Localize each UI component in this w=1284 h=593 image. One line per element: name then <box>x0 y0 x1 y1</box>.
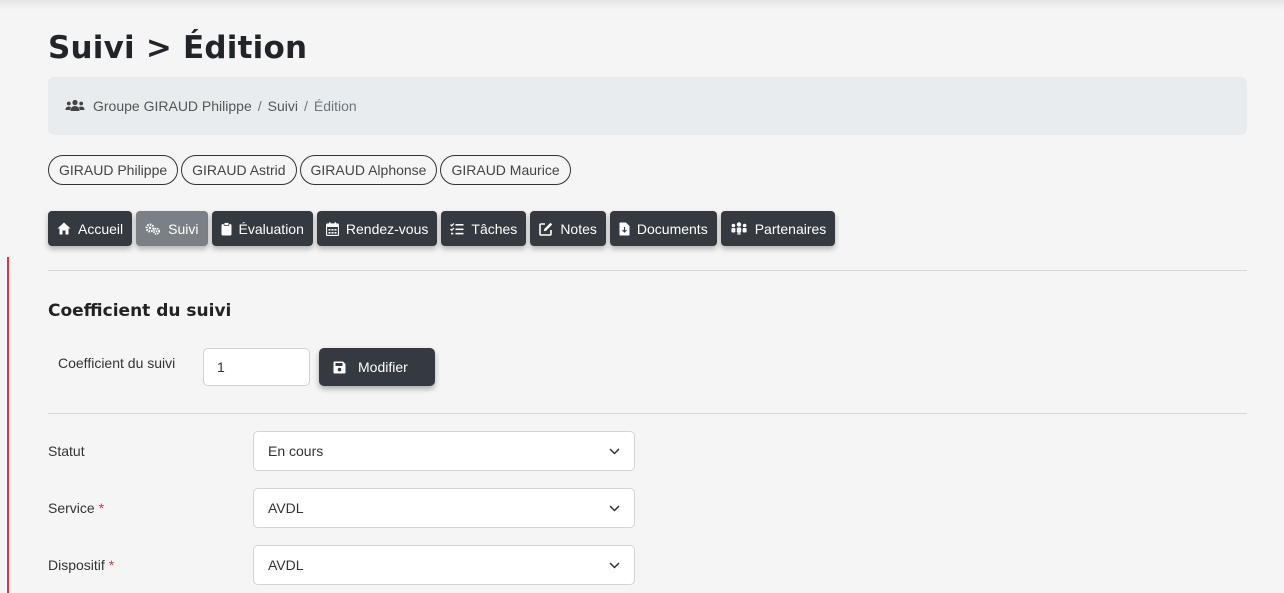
tab-suivi[interactable]: Suivi <box>136 211 208 246</box>
service-label-text: Service <box>48 500 95 516</box>
tab-notes[interactable]: Notes <box>530 211 606 246</box>
tab-rendez-vous[interactable]: Rendez-vous <box>316 211 438 246</box>
tab-label: Documents <box>636 220 708 237</box>
tab-label: Accueil <box>78 220 124 237</box>
edit-icon <box>539 222 553 236</box>
tab-label: Rendez-vous <box>345 220 429 237</box>
person-pill[interactable]: GIRAUD Alphonse <box>299 155 438 185</box>
coefficient-label: Coefficient du suivi <box>58 355 176 371</box>
gears-icon <box>145 222 161 235</box>
required-marker: * <box>108 557 115 573</box>
tab-documents[interactable]: Documents <box>609 211 717 246</box>
breadcrumb-link-suivi[interactable]: Suivi <box>268 98 298 114</box>
file-icon <box>619 222 630 235</box>
breadcrumb-link-groupe[interactable]: Groupe GIRAUD Philippe <box>93 98 252 114</box>
person-pill[interactable]: GIRAUD Maurice <box>440 155 571 185</box>
dispositif-select[interactable]: AVDL <box>253 545 635 585</box>
tab-label: Suivi <box>168 220 199 237</box>
person-pill[interactable]: GIRAUD Philippe <box>48 155 179 185</box>
divider <box>48 413 1247 414</box>
modify-button-label: Modifier <box>358 359 408 375</box>
statut-label-text: Statut <box>48 443 85 459</box>
tab-label: Partenaires <box>754 220 827 237</box>
tab-label: Tâches <box>471 220 518 237</box>
clipboard-icon <box>221 221 231 235</box>
left-accent-rule <box>7 257 9 593</box>
users-icon <box>65 99 85 113</box>
modify-button[interactable]: Modifier <box>319 348 435 386</box>
service-label: Service * <box>48 500 104 516</box>
breadcrumb: Groupe GIRAUD Philippe / Suivi / Édition <box>48 77 1247 135</box>
tasks-icon <box>450 222 464 234</box>
tab-label: Notes <box>560 220 597 237</box>
top-bar-shadow <box>0 0 1284 10</box>
tab-evaluation[interactable]: Évaluation <box>211 211 313 246</box>
dispositif-value: AVDL <box>268 557 304 573</box>
page-title: Suivi > Édition <box>48 30 308 66</box>
chevron-down-icon <box>609 561 620 569</box>
section-title-coefficient: Coefficient du suivi <box>48 301 232 321</box>
dispositif-label-text: Dispositif <box>48 557 105 573</box>
tab-taches[interactable]: Tâches <box>441 211 527 246</box>
person-pill[interactable]: GIRAUD Astrid <box>181 155 297 185</box>
calendar-icon <box>325 221 339 236</box>
tab-bar: Accueil Suivi Évaluation Rendez-vous Tâc… <box>48 211 836 246</box>
breadcrumb-separator: / <box>257 98 262 114</box>
breadcrumb-separator: / <box>304 98 308 114</box>
dispositif-label: Dispositif * <box>48 557 114 573</box>
divider <box>48 270 1247 271</box>
coefficient-input[interactable]: 1 <box>203 348 310 386</box>
chevron-down-icon <box>609 447 620 455</box>
tab-partenaires[interactable]: Partenaires <box>720 211 836 246</box>
people-group-icon <box>731 222 747 235</box>
statut-label: Statut <box>48 443 85 459</box>
breadcrumb-current: Édition <box>313 98 357 114</box>
required-marker: * <box>98 500 105 516</box>
service-value: AVDL <box>268 500 304 516</box>
person-pills: GIRAUD Philippe GIRAUD Astrid GIRAUD Alp… <box>48 155 571 185</box>
save-icon <box>333 361 346 373</box>
statut-value: En cours <box>268 443 324 459</box>
tab-label: Évaluation <box>238 220 304 237</box>
home-icon <box>57 222 71 235</box>
statut-select[interactable]: En cours <box>253 431 635 471</box>
chevron-down-icon <box>609 504 620 512</box>
service-select[interactable]: AVDL <box>253 488 635 528</box>
tab-accueil[interactable]: Accueil <box>48 211 133 246</box>
